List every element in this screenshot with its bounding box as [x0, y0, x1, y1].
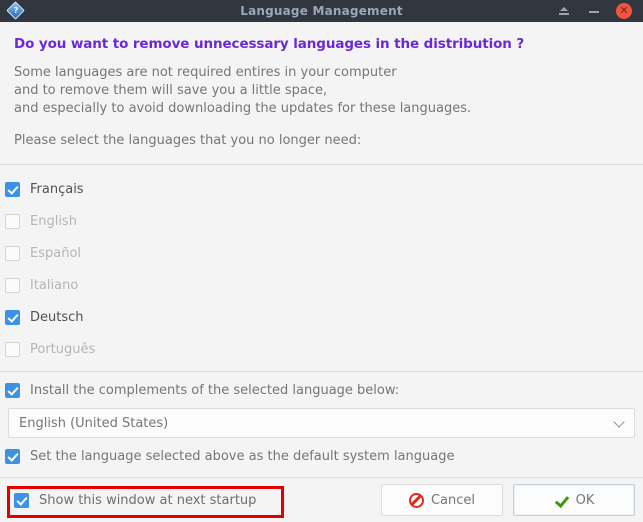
language-select-wrap: English (United States) [0, 408, 643, 438]
language-select[interactable]: English (United States) [8, 408, 635, 438]
chevron-down-icon [614, 417, 626, 429]
help-diamond-icon: ? [6, 1, 25, 20]
default-system-language-row[interactable]: Set the language selected above as the d… [0, 438, 643, 474]
language-label-espanol: Español [30, 245, 82, 261]
checkbox-english [5, 213, 20, 229]
show-at-startup-label: Show this window at next startup [39, 492, 257, 508]
language-row-francais[interactable]: Français [0, 173, 643, 205]
cancel-button-label: Cancel [430, 492, 476, 508]
language-row-italiano: Italiano [0, 269, 643, 301]
language-list: Français English Español Italiano Deutsc… [0, 165, 643, 371]
checkbox-italiano [5, 277, 20, 293]
install-complements-row[interactable]: Install the complements of the selected … [0, 372, 643, 408]
title-bar: ? Language Management ✕ [0, 0, 643, 22]
default-system-language-label: Set the language selected above as the d… [30, 448, 455, 464]
window-title: Language Management [240, 4, 403, 18]
language-label-english: English [30, 213, 77, 229]
page-title: Do you want to remove unnecessary langua… [14, 36, 525, 52]
checkbox-espanol [5, 245, 20, 261]
language-row-english: English [0, 205, 643, 237]
checkbox-show-at-startup[interactable] [14, 492, 29, 508]
close-button[interactable]: ✕ [616, 3, 632, 19]
intro-line-3: and especially to avoid downloading the … [14, 101, 472, 116]
ok-button[interactable]: OK [513, 484, 635, 516]
language-row-portugues: Português [0, 333, 643, 365]
language-row-deutsch[interactable]: Deutsch [0, 301, 643, 333]
language-label-portugues: Português [30, 341, 96, 357]
question-mark-glyph: ? [13, 6, 19, 15]
checkmark-icon [554, 493, 569, 508]
checkbox-default-system-language[interactable] [5, 448, 20, 464]
language-label-francais: Français [30, 181, 84, 197]
intro-section: Do you want to remove unnecessary langua… [0, 22, 643, 150]
cancel-button[interactable]: Cancel [381, 484, 503, 516]
checkbox-portugues [5, 341, 20, 357]
show-at-startup-row[interactable]: Show this window at next startup [7, 484, 284, 518]
prohibition-icon [408, 492, 424, 508]
checkbox-francais[interactable] [5, 181, 20, 197]
intro-line-1: Some languages are not required entires … [14, 65, 397, 80]
language-label-italiano: Italiano [30, 277, 79, 293]
close-icon: ✕ [619, 4, 629, 17]
shade-eject-icon[interactable] [556, 3, 572, 19]
language-management-window: ? Language Management ✕ Do you want to r… [0, 0, 643, 522]
language-row-espanol: Español [0, 237, 643, 269]
checkbox-deutsch[interactable] [5, 309, 20, 325]
install-complements-label: Install the complements of the selected … [30, 382, 400, 398]
minimize-button[interactable] [586, 3, 602, 19]
language-label-deutsch: Deutsch [30, 309, 84, 325]
dialog-content: Do you want to remove unnecessary langua… [0, 22, 643, 477]
selection-prompt: Please select the languages that you no … [14, 133, 362, 148]
ok-button-label: OK [575, 492, 595, 508]
checkbox-install-complements[interactable] [5, 382, 20, 398]
window-controls: ✕ [556, 3, 637, 19]
dialog-footer: Show this window at next startup Cancel … [0, 478, 643, 522]
language-select-value: English (United States) [19, 415, 169, 431]
intro-line-2: and to remove them will save you a littl… [14, 83, 328, 98]
dialog-buttons: Cancel OK [381, 484, 635, 516]
